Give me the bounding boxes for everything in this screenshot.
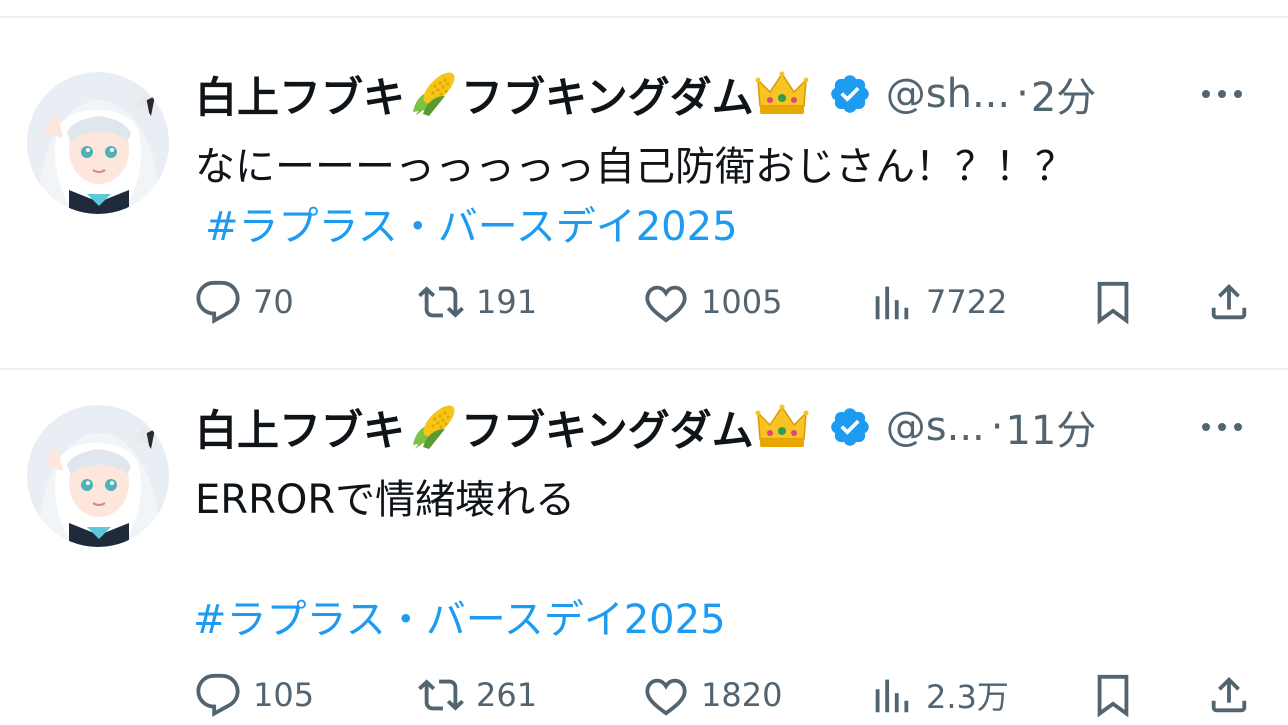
timestamp[interactable]: 2分 [1031, 65, 1096, 123]
views-icon [875, 286, 909, 320]
hashtag-link[interactable]: #ラプラス・バースデイ2025 [205, 194, 738, 252]
retweet-icon [418, 286, 464, 318]
like-count: 1005 [701, 283, 783, 321]
views-count: 7722 [926, 283, 1008, 321]
corn-emoji [405, 399, 461, 455]
hashtag-link[interactable]: #ラプラス・バースデイ2025 [193, 587, 726, 645]
retweet-button[interactable]: 261 [418, 665, 537, 725]
handle[interactable]: @sh... [886, 71, 1010, 117]
reply-count: 70 [253, 283, 294, 321]
tweet-header: 白上フブキ フブキングダム [195, 397, 1288, 457]
like-icon [645, 678, 687, 716]
bookmark-button[interactable] [1090, 272, 1136, 332]
like-button[interactable]: 1005 [643, 272, 782, 332]
tweet-text: ERRORで情緒壊れる [195, 477, 576, 523]
bookmark-icon [1097, 281, 1129, 325]
reply-button[interactable]: 70 [195, 272, 294, 332]
reply-button[interactable]: 105 [195, 665, 314, 725]
bookmark-button[interactable] [1090, 665, 1136, 725]
crown-emoji [754, 66, 810, 122]
views-button[interactable]: 7722 [868, 272, 1007, 332]
display-name-suffix[interactable]: フブキングダム [461, 64, 754, 125]
timestamp[interactable]: 11分 [1005, 398, 1096, 456]
more-icon[interactable] [1200, 64, 1244, 124]
display-name[interactable]: 白上フブキ [195, 64, 405, 125]
verified-badge-icon [828, 72, 872, 116]
like-count: 1820 [701, 676, 783, 714]
like-icon [645, 285, 687, 323]
views-button[interactable]: 2.3万 [868, 665, 1009, 725]
divider [0, 16, 1288, 18]
share-button[interactable] [1206, 665, 1252, 725]
corn-emoji [405, 66, 461, 122]
like-button[interactable]: 1820 [643, 665, 782, 725]
handle[interactable]: @s... [886, 404, 985, 450]
retweet-icon [418, 679, 464, 711]
display-name[interactable]: 白上フブキ [195, 397, 405, 458]
bookmark-icon [1097, 674, 1129, 718]
tweet-header: 白上フブキ フブキングダム [195, 64, 1288, 124]
avatar[interactable] [27, 72, 169, 214]
share-icon [1211, 676, 1247, 713]
retweet-count: 191 [476, 283, 538, 321]
reply-icon [196, 280, 240, 324]
crown-emoji [754, 399, 810, 455]
reply-count: 105 [253, 676, 315, 714]
tweet-actions: 105 261 1820 2.3万 [0, 665, 1288, 725]
more-icon[interactable] [1200, 397, 1244, 457]
retweet-count: 261 [476, 676, 538, 714]
separator: · [990, 404, 1004, 450]
retweet-button[interactable]: 191 [418, 272, 537, 332]
share-icon [1211, 283, 1247, 320]
avatar[interactable] [27, 405, 169, 547]
separator: · [1016, 71, 1029, 117]
display-name-suffix[interactable]: フブキングダム [461, 397, 754, 458]
views-icon [875, 679, 909, 713]
timeline-feed: 白上フブキ フブキングダム @sh... · 2分 なにーーーっっっっっ自己防衛… [0, 0, 1288, 725]
verified-badge-icon [828, 405, 872, 449]
reply-icon [196, 673, 240, 717]
share-button[interactable] [1206, 272, 1252, 332]
views-count: 2.3万 [926, 678, 1009, 716]
divider [0, 368, 1288, 370]
tweet-text: なにーーーっっっっっ自己防衛おじさん！？！？ [195, 144, 1075, 190]
tweet-actions: 70 191 1005 7722 [0, 272, 1288, 332]
